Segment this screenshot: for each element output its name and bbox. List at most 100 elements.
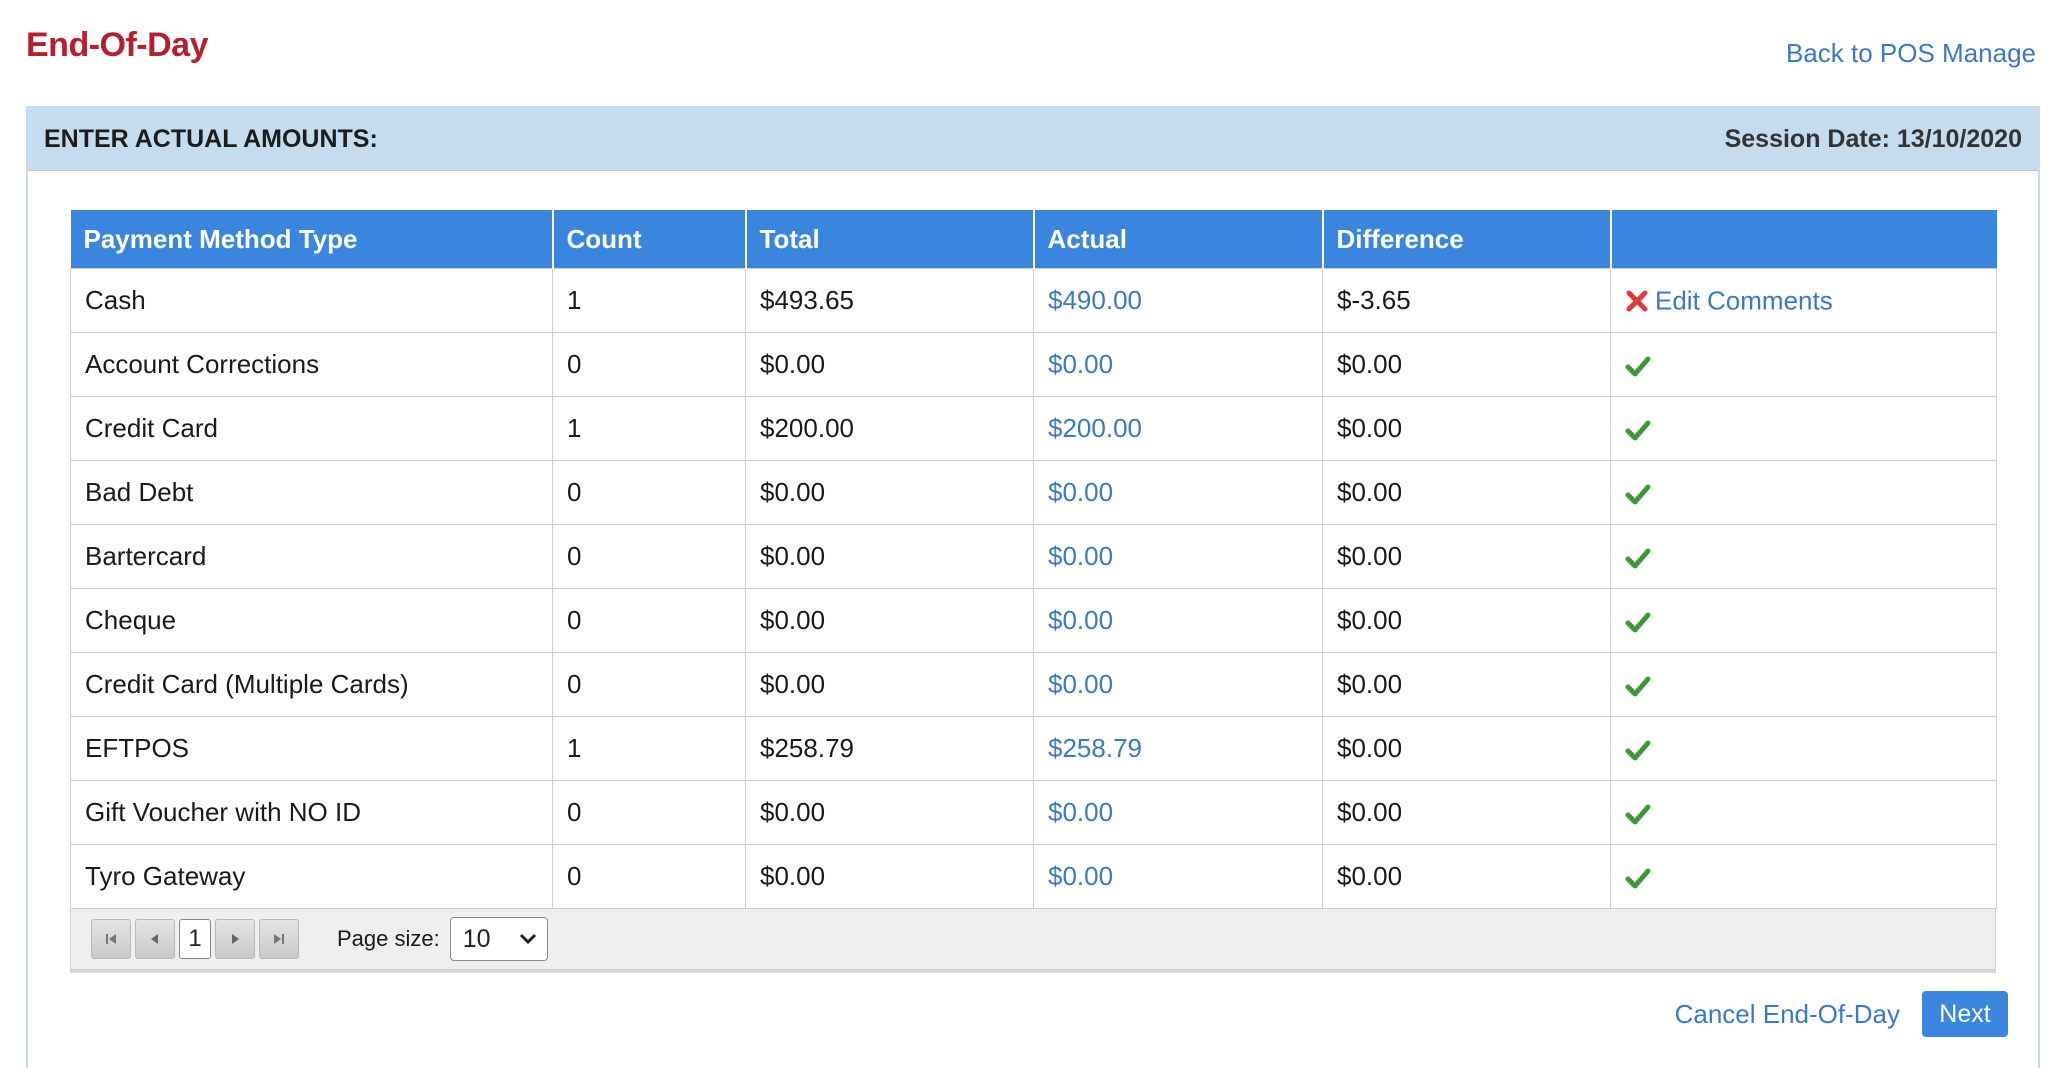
table-row: Cash 1 $493.65 $490.00 $-3.65 Edit Comments xyxy=(70,268,1997,333)
prev-page-icon xyxy=(151,934,158,944)
actual-amount-link[interactable]: $0.00 xyxy=(1033,844,1323,909)
actual-amount-link[interactable]: $258.79 xyxy=(1033,716,1323,781)
actual-amount-link[interactable]: $0.00 xyxy=(1033,780,1323,845)
payment-method-cell: Tyro Gateway xyxy=(70,844,553,909)
payment-method-cell: Credit Card xyxy=(70,396,553,461)
check-icon xyxy=(1625,740,1651,761)
current-page-number[interactable]: 1 xyxy=(179,919,211,959)
status-cell: Edit Comments xyxy=(1610,268,1997,333)
total-cell: $0.00 xyxy=(745,460,1034,525)
table-row: Tyro Gateway 0 $0.00 $0.00 $0.00 xyxy=(70,844,1997,909)
next-page-button[interactable] xyxy=(215,919,255,959)
table-row: EFTPOS 1 $258.79 $258.79 $0.00 xyxy=(70,716,1997,781)
difference-cell: $0.00 xyxy=(1322,716,1611,781)
total-cell: $0.00 xyxy=(745,780,1034,845)
pager: 1 Page size: 10 xyxy=(70,909,1996,970)
count-cell: 0 xyxy=(552,844,746,909)
difference-cell: $0.00 xyxy=(1322,652,1611,717)
count-cell: 0 xyxy=(552,332,746,397)
edit-comments-link[interactable]: Edit Comments xyxy=(1655,286,1833,316)
actual-amount-link[interactable]: $0.00 xyxy=(1033,332,1323,397)
actual-amount-link[interactable]: $0.00 xyxy=(1033,588,1323,653)
difference-cell: $0.00 xyxy=(1322,524,1611,589)
next-button[interactable]: Next xyxy=(1922,991,2008,1037)
column-header-count[interactable]: Count xyxy=(552,210,747,269)
status-cell xyxy=(1610,524,1997,589)
count-cell: 0 xyxy=(552,524,746,589)
chevron-down-icon xyxy=(519,933,536,945)
actual-amount-link[interactable]: $490.00 xyxy=(1033,268,1323,333)
check-icon xyxy=(1625,420,1651,441)
column-header-payment-method[interactable]: Payment Method Type xyxy=(70,210,554,269)
end-of-day-panel: ENTER ACTUAL AMOUNTS: Session Date: 13/1… xyxy=(26,106,2040,1068)
column-header-status xyxy=(1610,210,1997,269)
payment-method-cell: Bartercard xyxy=(70,524,553,589)
count-cell: 0 xyxy=(552,652,746,717)
total-cell: $493.65 xyxy=(745,268,1034,333)
payment-method-cell: Account Corrections xyxy=(70,332,553,397)
session-date: Session Date: 13/10/2020 xyxy=(1724,124,2022,153)
status-cell xyxy=(1610,460,1997,525)
total-cell: $0.00 xyxy=(745,588,1034,653)
payment-grid: Payment Method Type Count Total Actual D… xyxy=(70,210,1997,970)
difference-cell: $0.00 xyxy=(1322,396,1611,461)
table-row: Gift Voucher with NO ID 0 $0.00 $0.00 $0.00 xyxy=(70,780,1997,845)
last-page-button[interactable] xyxy=(259,919,299,959)
back-to-pos-manage-link[interactable]: Back to POS Manage xyxy=(1786,38,2036,69)
next-page-icon xyxy=(232,934,239,944)
count-cell: 0 xyxy=(552,588,746,653)
table-row: Credit Card (Multiple Cards) 0 $0.00 $0.00 $… xyxy=(70,652,1997,717)
prev-page-button[interactable] xyxy=(135,919,175,959)
column-header-difference[interactable]: Difference xyxy=(1322,210,1612,269)
status-cell xyxy=(1610,396,1997,461)
page-size-select[interactable]: 10 xyxy=(449,917,548,961)
page-size-value: 10 xyxy=(462,924,491,953)
panel-header: ENTER ACTUAL AMOUNTS: Session Date: 13/1… xyxy=(28,108,2038,171)
status-cell xyxy=(1610,588,1997,653)
total-cell: $200.00 xyxy=(745,396,1034,461)
count-cell: 0 xyxy=(552,780,746,845)
total-cell: $258.79 xyxy=(745,716,1034,781)
status-cell xyxy=(1610,780,1997,845)
total-cell: $0.00 xyxy=(745,332,1034,397)
payment-method-cell: EFTPOS xyxy=(70,716,553,781)
count-cell: 1 xyxy=(552,716,746,781)
last-page-icon xyxy=(274,934,284,944)
check-icon xyxy=(1625,356,1651,377)
difference-cell: $0.00 xyxy=(1322,780,1611,845)
actual-amount-link[interactable]: $0.00 xyxy=(1033,524,1323,589)
first-page-button[interactable] xyxy=(91,919,131,959)
payment-method-cell: Gift Voucher with NO ID xyxy=(70,780,553,845)
total-cell: $0.00 xyxy=(745,652,1034,717)
table-row: Account Corrections 0 $0.00 $0.00 $0.00 xyxy=(70,332,1997,397)
status-cell xyxy=(1610,652,1997,717)
page-size-label: Page size: xyxy=(337,926,440,951)
total-cell: $0.00 xyxy=(745,524,1034,589)
check-icon xyxy=(1625,868,1651,889)
check-icon xyxy=(1625,612,1651,633)
difference-cell: $0.00 xyxy=(1322,844,1611,909)
payment-method-cell: Cheque xyxy=(70,588,553,653)
actual-amount-link[interactable]: $200.00 xyxy=(1033,396,1323,461)
check-icon xyxy=(1625,804,1651,825)
status-cell xyxy=(1610,332,1997,397)
table-row: Bad Debt 0 $0.00 $0.00 $0.00 xyxy=(70,460,1997,525)
difference-cell: $0.00 xyxy=(1322,460,1611,525)
count-cell: 0 xyxy=(552,460,746,525)
panel-heading: ENTER ACTUAL AMOUNTS: xyxy=(44,124,378,153)
payment-method-cell: Credit Card (Multiple Cards) xyxy=(70,652,553,717)
check-icon xyxy=(1625,484,1651,505)
column-header-actual[interactable]: Actual xyxy=(1033,210,1324,269)
table-header-row: Payment Method Type Count Total Actual D… xyxy=(70,210,1997,269)
cancel-end-of-day-link[interactable]: Cancel End-Of-Day xyxy=(1675,999,1900,1030)
check-icon xyxy=(1625,676,1651,697)
actual-amount-link[interactable]: $0.00 xyxy=(1033,652,1323,717)
actual-amount-link[interactable]: $0.00 xyxy=(1033,460,1323,525)
count-cell: 1 xyxy=(552,396,746,461)
count-cell: 1 xyxy=(552,268,746,333)
red-x-icon xyxy=(1626,290,1648,312)
column-header-total[interactable]: Total xyxy=(745,210,1035,269)
table-row: Credit Card 1 $200.00 $200.00 $0.00 xyxy=(70,396,1997,461)
difference-cell: $-3.65 xyxy=(1322,268,1611,333)
table-row: Cheque 0 $0.00 $0.00 $0.00 xyxy=(70,588,1997,653)
